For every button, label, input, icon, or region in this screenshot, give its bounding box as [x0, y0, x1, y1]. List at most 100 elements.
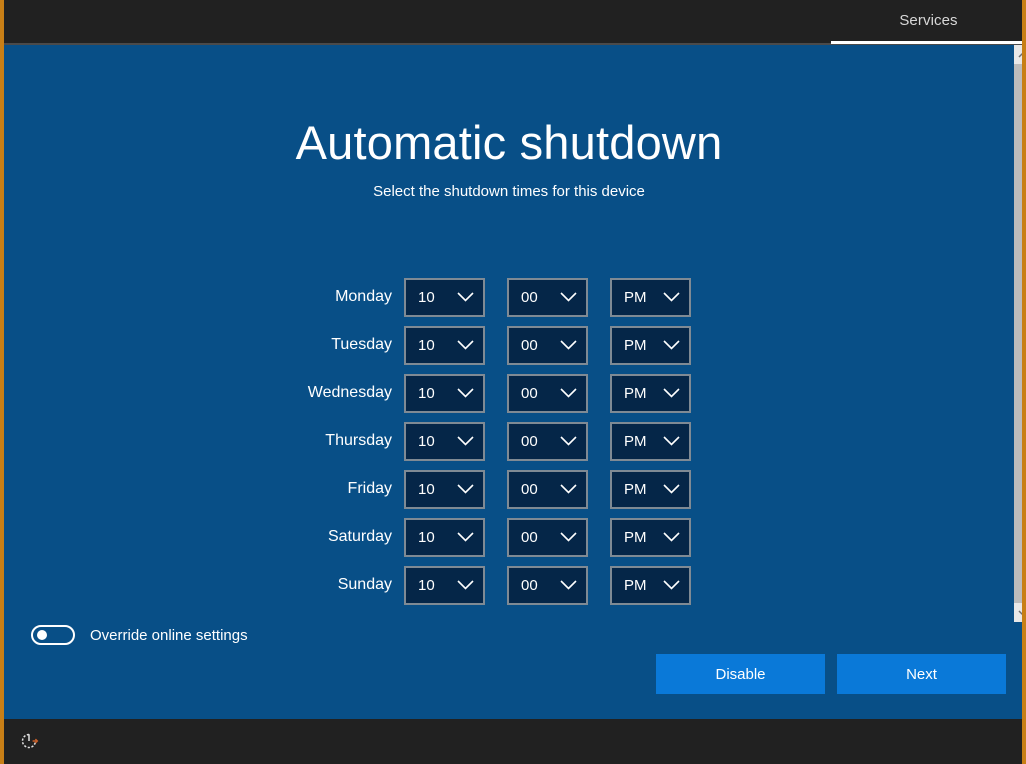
chevron-down-icon	[560, 484, 577, 495]
page-subtitle: Select the shutdown times for this devic…	[4, 183, 1014, 200]
hour-dropdown-wednesday[interactable]: 10	[404, 374, 485, 413]
chevron-down-icon	[663, 484, 680, 495]
override-online-settings-label: Override online settings	[90, 627, 248, 644]
tab-services-label: Services	[899, 12, 957, 29]
minute-dropdown-wednesday[interactable]: 00	[507, 374, 588, 413]
tab-strip: Services	[4, 0, 1022, 44]
minute-dropdown-value: 00	[521, 376, 557, 411]
wizard-page: Automatic shutdown Select the shutdown t…	[4, 45, 1014, 719]
power-shutdown-icon[interactable]	[19, 731, 39, 751]
application-window: Services Automatic shutdown Select the s…	[0, 0, 1026, 764]
day-label: Saturday	[4, 528, 404, 546]
schedule-row: Tuesday 10 00 PM	[4, 321, 1014, 369]
meridiem-dropdown-tuesday[interactable]: PM	[610, 326, 691, 365]
page-title: Automatic shutdown	[4, 119, 1014, 166]
chevron-down-icon	[663, 340, 680, 351]
meridiem-dropdown-friday[interactable]: PM	[610, 470, 691, 509]
day-label: Monday	[4, 288, 404, 306]
scrollbar-trough-filler	[1014, 622, 1026, 719]
scrollbar-thumb[interactable]	[1014, 64, 1026, 603]
day-label: Friday	[4, 480, 404, 498]
hour-dropdown-value: 10	[418, 376, 454, 411]
chevron-down-icon	[1018, 610, 1026, 616]
disable-button[interactable]: Disable	[656, 654, 825, 694]
next-button-label: Next	[906, 666, 937, 683]
chevron-down-icon	[457, 292, 474, 303]
disable-button-label: Disable	[715, 666, 765, 683]
minute-dropdown-sunday[interactable]: 00	[507, 566, 588, 605]
meridiem-dropdown-value: PM	[624, 568, 660, 603]
meridiem-dropdown-wednesday[interactable]: PM	[610, 374, 691, 413]
chevron-down-icon	[457, 340, 474, 351]
hour-dropdown-value: 10	[418, 520, 454, 555]
meridiem-dropdown-value: PM	[624, 280, 660, 315]
schedule-row: Thursday 10 00 PM	[4, 417, 1014, 465]
minute-dropdown-value: 00	[521, 472, 557, 507]
hour-dropdown-value: 10	[418, 424, 454, 459]
scroll-up-button[interactable]	[1014, 45, 1026, 64]
minute-dropdown-saturday[interactable]: 00	[507, 518, 588, 557]
schedule-row: Sunday 10 00 PM	[4, 561, 1014, 609]
minute-dropdown-value: 00	[521, 328, 557, 363]
vertical-scrollbar[interactable]	[1014, 45, 1026, 622]
meridiem-dropdown-thursday[interactable]: PM	[610, 422, 691, 461]
hour-dropdown-value: 10	[418, 568, 454, 603]
hour-dropdown-thursday[interactable]: 10	[404, 422, 485, 461]
schedule-row: Saturday 10 00 PM	[4, 513, 1014, 561]
minute-dropdown-thursday[interactable]: 00	[507, 422, 588, 461]
hour-dropdown-tuesday[interactable]: 10	[404, 326, 485, 365]
hour-dropdown-sunday[interactable]: 10	[404, 566, 485, 605]
meridiem-dropdown-value: PM	[624, 376, 660, 411]
next-button[interactable]: Next	[837, 654, 1006, 694]
chevron-down-icon	[663, 436, 680, 447]
tab-services[interactable]: Services	[831, 0, 1026, 44]
schedule-row: Wednesday 10 00 PM	[4, 369, 1014, 417]
chevron-down-icon	[560, 436, 577, 447]
meridiem-dropdown-value: PM	[624, 472, 660, 507]
schedule-row: Monday 10 00 PM	[4, 273, 1014, 321]
hour-dropdown-friday[interactable]: 10	[404, 470, 485, 509]
minute-dropdown-value: 00	[521, 280, 557, 315]
chevron-down-icon	[560, 388, 577, 399]
chevron-down-icon	[457, 484, 474, 495]
meridiem-dropdown-sunday[interactable]: PM	[610, 566, 691, 605]
day-label: Tuesday	[4, 336, 404, 354]
minute-dropdown-value: 00	[521, 568, 557, 603]
minute-dropdown-tuesday[interactable]: 00	[507, 326, 588, 365]
chevron-down-icon	[457, 532, 474, 543]
scroll-down-button[interactable]	[1014, 603, 1026, 622]
day-label: Sunday	[4, 576, 404, 594]
chevron-down-icon	[560, 292, 577, 303]
meridiem-dropdown-monday[interactable]: PM	[610, 278, 691, 317]
hour-dropdown-value: 10	[418, 472, 454, 507]
hour-dropdown-value: 10	[418, 328, 454, 363]
minute-dropdown-value: 00	[521, 424, 557, 459]
toggle-knob	[37, 630, 47, 640]
chevron-down-icon	[663, 388, 680, 399]
minute-dropdown-monday[interactable]: 00	[507, 278, 588, 317]
chevron-down-icon	[663, 292, 680, 303]
shutdown-schedule-grid: Monday 10 00 PM	[4, 273, 1014, 609]
status-bar	[4, 719, 1022, 764]
chevron-down-icon	[663, 532, 680, 543]
meridiem-dropdown-value: PM	[624, 520, 660, 555]
override-online-settings-row: Override online settings	[31, 625, 248, 645]
hour-dropdown-value: 10	[418, 280, 454, 315]
override-online-settings-toggle[interactable]	[31, 625, 75, 645]
chevron-down-icon	[457, 388, 474, 399]
chevron-down-icon	[457, 580, 474, 591]
meridiem-dropdown-value: PM	[624, 424, 660, 459]
minute-dropdown-value: 00	[521, 520, 557, 555]
schedule-row: Friday 10 00 PM	[4, 465, 1014, 513]
meridiem-dropdown-saturday[interactable]: PM	[610, 518, 691, 557]
chevron-down-icon	[560, 340, 577, 351]
hour-dropdown-monday[interactable]: 10	[404, 278, 485, 317]
chevron-down-icon	[560, 580, 577, 591]
hour-dropdown-saturday[interactable]: 10	[404, 518, 485, 557]
chevron-down-icon	[560, 532, 577, 543]
day-label: Wednesday	[4, 384, 404, 402]
day-label: Thursday	[4, 432, 404, 450]
minute-dropdown-friday[interactable]: 00	[507, 470, 588, 509]
chevron-down-icon	[457, 436, 474, 447]
chevron-down-icon	[663, 580, 680, 591]
